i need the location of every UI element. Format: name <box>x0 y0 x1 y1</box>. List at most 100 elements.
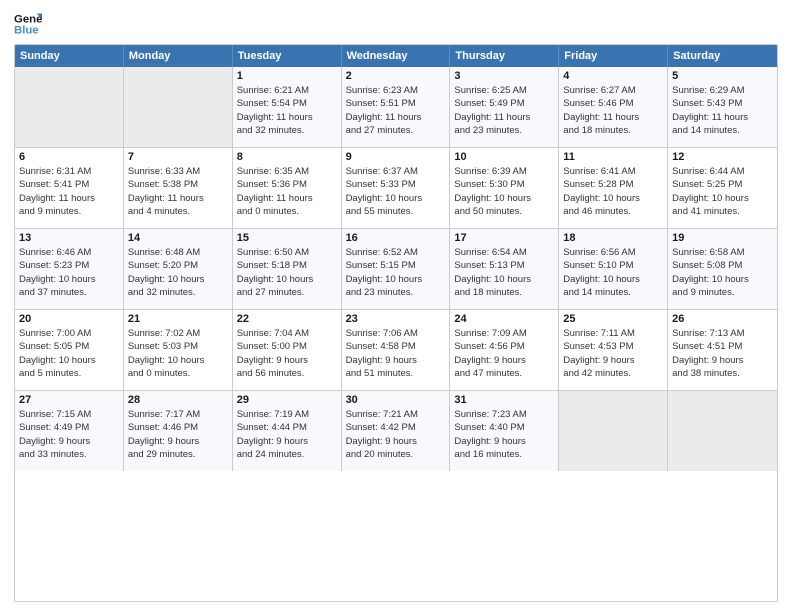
day-number: 26 <box>672 313 773 325</box>
calendar-week-row: 13 Sunrise: 6:46 AM Sunset: 5:23 PM Dayli… <box>15 229 777 310</box>
calendar-header: SundayMondayTuesdayWednesdayThursdayFrid… <box>15 45 777 67</box>
weekday-header: Tuesday <box>233 45 342 67</box>
calendar-cell: 30Sunrise: 7:21 AM Sunset: 4:42 PM Dayli… <box>342 391 451 471</box>
day-info: Sunrise: 6:31 AM Sunset: 5:41 PM Dayligh… <box>19 165 119 218</box>
day-number: 6 <box>19 151 119 163</box>
day-number: 17 <box>454 232 554 244</box>
day-info: Sunrise: 7:00 AM Sunset: 5:05 PM Dayligh… <box>19 327 119 380</box>
calendar-cell: 29 Sunrise: 7:19 AM Sunset: 4:44 PM Dayli… <box>233 391 342 471</box>
calendar-week-row: 1 Sunrise: 6:21 AM Sunset: 5:54 PM Daylig… <box>15 67 777 148</box>
calendar-cell: 7 Sunrise: 6:33 AM Sunset: 5:38 PM Daylig… <box>124 148 233 228</box>
day-number: 29 <box>237 394 337 406</box>
calendar-cell: 14Sunrise: 6:48 AM Sunset: 5:20 PM Dayli… <box>124 229 233 309</box>
day-number: 3 <box>454 70 554 82</box>
day-info: Sunrise: 6:46 AM Sunset: 5:23 PM Dayligh… <box>19 246 119 299</box>
calendar-cell: 28 Sunrise: 7:17 AM Sunset: 4:46 PM Dayli… <box>124 391 233 471</box>
weekday-header: Saturday <box>668 45 777 67</box>
day-info: Sunrise: 6:33 AM Sunset: 5:38 PM Dayligh… <box>128 165 228 218</box>
day-number: 19 <box>672 232 773 244</box>
day-info: Sunrise: 7:23 AM Sunset: 4:40 PM Dayligh… <box>454 408 554 461</box>
day-info: Sunrise: 6:44 AM Sunset: 5:25 PM Dayligh… <box>672 165 773 218</box>
day-info: Sunrise: 7:02 AM Sunset: 5:03 PM Dayligh… <box>128 327 228 380</box>
day-number: 24 <box>454 313 554 325</box>
day-number: 5 <box>672 70 773 82</box>
calendar-cell: 19 Sunrise: 6:58 AM Sunset: 5:08 PM Dayli… <box>668 229 777 309</box>
calendar-cell: 12Sunrise: 6:44 AM Sunset: 5:25 PM Dayli… <box>668 148 777 228</box>
calendar-cell: 31 Sunrise: 7:23 AM Sunset: 4:40 PM Dayli… <box>450 391 559 471</box>
day-info: Sunrise: 7:04 AM Sunset: 5:00 PM Dayligh… <box>237 327 337 380</box>
day-info: Sunrise: 6:48 AM Sunset: 5:20 PM Dayligh… <box>128 246 228 299</box>
day-info: Sunrise: 7:06 AM Sunset: 4:58 PM Dayligh… <box>346 327 446 380</box>
calendar-cell: 2 Sunrise: 6:23 AM Sunset: 5:51 PM Daylig… <box>342 67 451 147</box>
calendar-cell: 21 Sunrise: 7:02 AM Sunset: 5:03 PM Dayli… <box>124 310 233 390</box>
calendar-cell: 20Sunrise: 7:00 AM Sunset: 5:05 PM Dayli… <box>15 310 124 390</box>
day-info: Sunrise: 6:37 AM Sunset: 5:33 PM Dayligh… <box>346 165 446 218</box>
day-info: Sunrise: 6:56 AM Sunset: 5:10 PM Dayligh… <box>563 246 663 299</box>
day-info: Sunrise: 7:11 AM Sunset: 4:53 PM Dayligh… <box>563 327 663 380</box>
calendar-cell: 26 Sunrise: 7:13 AM Sunset: 4:51 PM Dayli… <box>668 310 777 390</box>
day-number: 13 <box>19 232 119 244</box>
day-number: 23 <box>346 313 446 325</box>
day-number: 4 <box>563 70 663 82</box>
calendar-cell <box>124 67 233 147</box>
calendar-cell: 11 Sunrise: 6:41 AM Sunset: 5:28 PM Dayli… <box>559 148 668 228</box>
day-number: 31 <box>454 394 554 406</box>
day-info: Sunrise: 6:21 AM Sunset: 5:54 PM Dayligh… <box>237 84 337 137</box>
day-number: 27 <box>19 394 119 406</box>
day-info: Sunrise: 7:15 AM Sunset: 4:49 PM Dayligh… <box>19 408 119 461</box>
calendar-cell: 3 Sunrise: 6:25 AM Sunset: 5:49 PM Daylig… <box>450 67 559 147</box>
day-number: 16 <box>346 232 446 244</box>
calendar-cell: 22 Sunrise: 7:04 AM Sunset: 5:00 PM Dayli… <box>233 310 342 390</box>
calendar-cell: 10Sunrise: 6:39 AM Sunset: 5:30 PM Dayli… <box>450 148 559 228</box>
calendar-cell: 27 Sunrise: 7:15 AM Sunset: 4:49 PM Dayli… <box>15 391 124 471</box>
day-number: 2 <box>346 70 446 82</box>
calendar-cell: 9 Sunrise: 6:37 AM Sunset: 5:33 PM Daylig… <box>342 148 451 228</box>
svg-text:General: General <box>14 13 42 25</box>
day-info: Sunrise: 6:25 AM Sunset: 5:49 PM Dayligh… <box>454 84 554 137</box>
calendar-cell: 5 Sunrise: 6:29 AM Sunset: 5:43 PM Daylig… <box>668 67 777 147</box>
day-info: Sunrise: 6:50 AM Sunset: 5:18 PM Dayligh… <box>237 246 337 299</box>
day-info: Sunrise: 6:23 AM Sunset: 5:51 PM Dayligh… <box>346 84 446 137</box>
calendar-week-row: 6 Sunrise: 6:31 AM Sunset: 5:41 PM Daylig… <box>15 148 777 229</box>
calendar-cell: 6 Sunrise: 6:31 AM Sunset: 5:41 PM Daylig… <box>15 148 124 228</box>
calendar-cell: 24Sunrise: 7:09 AM Sunset: 4:56 PM Dayli… <box>450 310 559 390</box>
day-info: Sunrise: 6:58 AM Sunset: 5:08 PM Dayligh… <box>672 246 773 299</box>
day-number: 1 <box>237 70 337 82</box>
calendar-cell: 23 Sunrise: 7:06 AM Sunset: 4:58 PM Dayli… <box>342 310 451 390</box>
weekday-header: Monday <box>124 45 233 67</box>
day-info: Sunrise: 7:17 AM Sunset: 4:46 PM Dayligh… <box>128 408 228 461</box>
calendar-cell: 8Sunrise: 6:35 AM Sunset: 5:36 PM Daylig… <box>233 148 342 228</box>
weekday-header: Wednesday <box>342 45 451 67</box>
day-number: 7 <box>128 151 228 163</box>
day-number: 18 <box>563 232 663 244</box>
calendar: SundayMondayTuesdayWednesdayThursdayFrid… <box>14 44 778 602</box>
weekday-header: Friday <box>559 45 668 67</box>
day-info: Sunrise: 6:29 AM Sunset: 5:43 PM Dayligh… <box>672 84 773 137</box>
calendar-cell: 4Sunrise: 6:27 AM Sunset: 5:46 PM Daylig… <box>559 67 668 147</box>
calendar-cell: 15Sunrise: 6:50 AM Sunset: 5:18 PM Dayli… <box>233 229 342 309</box>
calendar-week-row: 27 Sunrise: 7:15 AM Sunset: 4:49 PM Dayli… <box>15 391 777 471</box>
svg-text:Blue: Blue <box>14 25 39 37</box>
day-number: 11 <box>563 151 663 163</box>
day-info: Sunrise: 6:54 AM Sunset: 5:13 PM Dayligh… <box>454 246 554 299</box>
calendar-cell: 17 Sunrise: 6:54 AM Sunset: 5:13 PM Dayli… <box>450 229 559 309</box>
day-info: Sunrise: 6:39 AM Sunset: 5:30 PM Dayligh… <box>454 165 554 218</box>
calendar-cell: 13 Sunrise: 6:46 AM Sunset: 5:23 PM Dayli… <box>15 229 124 309</box>
header: General Blue <box>14 10 778 38</box>
calendar-cell <box>668 391 777 471</box>
day-number: 9 <box>346 151 446 163</box>
page: General Blue SundayMondayTuesdayWednesda… <box>0 0 792 612</box>
calendar-cell: 16Sunrise: 6:52 AM Sunset: 5:15 PM Dayli… <box>342 229 451 309</box>
day-info: Sunrise: 7:19 AM Sunset: 4:44 PM Dayligh… <box>237 408 337 461</box>
day-number: 28 <box>128 394 228 406</box>
logo-icon: General Blue <box>14 10 42 38</box>
day-info: Sunrise: 7:13 AM Sunset: 4:51 PM Dayligh… <box>672 327 773 380</box>
day-number: 21 <box>128 313 228 325</box>
weekday-header: Thursday <box>450 45 559 67</box>
day-info: Sunrise: 6:41 AM Sunset: 5:28 PM Dayligh… <box>563 165 663 218</box>
weekday-header: Sunday <box>15 45 124 67</box>
day-number: 22 <box>237 313 337 325</box>
calendar-cell <box>559 391 668 471</box>
day-info: Sunrise: 7:21 AM Sunset: 4:42 PM Dayligh… <box>346 408 446 461</box>
calendar-cell: 1 Sunrise: 6:21 AM Sunset: 5:54 PM Daylig… <box>233 67 342 147</box>
